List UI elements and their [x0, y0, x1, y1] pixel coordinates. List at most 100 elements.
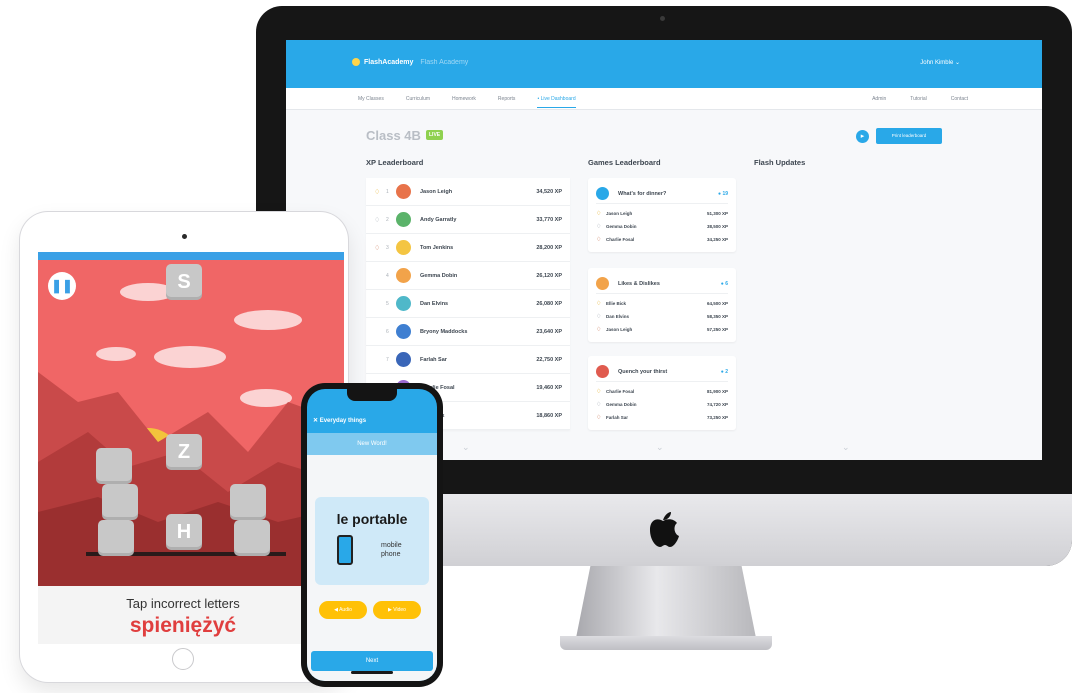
xp-score: 33,770 XP [536, 216, 562, 223]
imac-stand [576, 566, 756, 638]
xp-score: 22,750 XP [536, 356, 562, 363]
rank: 2 [386, 216, 389, 223]
imac-foot [560, 636, 772, 650]
tablet-frame: ❚❚ S Z H Tap incorrect letters spienięży… [20, 212, 348, 682]
xp-score: 28,200 XP [536, 244, 562, 251]
xp-score: 34,520 XP [536, 188, 562, 195]
user-menu[interactable]: John Kimble ⌄ [920, 59, 960, 66]
xp-score: 57,250 XP [706, 327, 728, 332]
print-leaderboard-button[interactable]: Print leaderboard [876, 128, 942, 144]
rank: 1 [386, 188, 389, 195]
app-topbar: FlashAcademy Flash Academy John Kimble ⌄ [286, 40, 1042, 88]
speaker-icon[interactable]: ▸ [856, 130, 869, 143]
rank: 3 [386, 244, 389, 251]
student-name: Gemma Dobin [606, 402, 637, 407]
medal-icon: ♢ [596, 327, 602, 333]
student-name: Farlah Sar [420, 356, 447, 363]
xp-score: 58,350 XP [706, 314, 728, 319]
stone-block [230, 484, 266, 520]
game-scene: ❚❚ S Z H [38, 252, 344, 586]
mobile-phone-icon [337, 535, 353, 565]
avatar [396, 240, 411, 255]
xp-score: 51,300 XP [706, 211, 728, 216]
nav-curriculum[interactable]: Curriculum [406, 96, 430, 108]
medal-icon: ♢ [596, 314, 602, 320]
student-name: Jason Leigh [606, 327, 633, 332]
letter-block-s[interactable]: S [166, 264, 202, 300]
xp-score: 26,080 XP [536, 300, 562, 307]
dinner-icon [596, 187, 609, 200]
logo-text: FlashAcademy [364, 58, 414, 66]
avatar [396, 324, 411, 339]
audio-button[interactable]: ◀ Audio [319, 601, 367, 619]
xp-score: 81,900 XP [706, 389, 728, 394]
medal-icon: ♢ [596, 211, 602, 217]
student-name: Jason Leigh [606, 211, 633, 216]
xp-score: 26,120 XP [536, 272, 562, 279]
rank: 5 [386, 300, 389, 307]
medal-icon: ♢ [596, 237, 602, 243]
class-title: Class 4B [366, 128, 421, 143]
game-title: Quench your thirst [618, 368, 668, 375]
xp-row: ♢ 3 Tom Jenkins 28,200 XP [366, 234, 570, 262]
game-card: Quench your thirst ● 2 ♢ Charlie Fosal 81,9… [588, 356, 736, 430]
student-name: Bryony Maddocks [420, 328, 468, 335]
medal-icon: ♢ [596, 224, 602, 230]
letter-block-h[interactable]: H [166, 514, 202, 550]
player-count-value: 19 [722, 190, 728, 197]
camera-dot [660, 16, 665, 21]
rank: 6 [386, 328, 389, 335]
student-name: Andy Garratly [420, 216, 457, 223]
nav-admin[interactable]: Admin [872, 96, 886, 102]
notch [347, 389, 397, 401]
avatar [396, 268, 411, 283]
game-prompt: Tap incorrect letters [126, 596, 240, 611]
game-card: What's for dinner? ● 19 ♢ Jason Leigh 51,30… [588, 178, 736, 252]
flashcard: le portable mobile phone [315, 497, 429, 585]
phone-screen: ✕ Everyday things New Word! le portable … [307, 389, 437, 681]
drink-icon [596, 365, 609, 378]
likes-icon [596, 277, 609, 290]
home-button[interactable] [172, 648, 194, 670]
medal-icon: ♢ [596, 301, 602, 307]
games-leaderboard-heading: Games Leaderboard [588, 158, 661, 167]
app-logo[interactable]: FlashAcademy Flash Academy [352, 58, 468, 66]
xp-row: ♢ 1 Jason Leigh 34,520 XP [366, 178, 570, 206]
student-name: Dan Elvins [606, 314, 630, 319]
game-title: What's for dinner? [618, 190, 667, 197]
flashcard-translation: mobile phone [381, 541, 402, 559]
rank: 7 [386, 356, 389, 363]
nav-my-classes[interactable]: My Classes [358, 96, 384, 108]
nav-contact[interactable]: Contact [951, 96, 968, 102]
avatar [396, 296, 411, 311]
nav-tutorial[interactable]: Tutorial [910, 96, 927, 102]
chevron-down-icon[interactable]: ⌄ [462, 442, 470, 453]
flashcard-word: le portable [336, 511, 408, 527]
medal-icon: ♢ [596, 389, 602, 395]
player-count: ● 6 [720, 280, 728, 287]
lesson-body: New Word! le portable mobile phone ◀ Aud… [307, 433, 437, 681]
student-name: Gemma Dobin [420, 272, 458, 279]
letter-block-z[interactable]: Z [166, 434, 202, 470]
main-nav: My Classes Curriculum Homework Reports •… [286, 88, 1042, 110]
home-indicator [351, 671, 393, 674]
xp-score: 34,250 XP [706, 237, 728, 242]
avatar [396, 212, 411, 227]
chevron-down-icon[interactable]: ⌄ [656, 442, 664, 453]
xp-score: 73,250 XP [706, 415, 728, 420]
game-card: Likes & Dislikes ● 6 ♢ Ellie Bick 64,500 XP… [588, 268, 736, 342]
next-button[interactable]: Next [311, 651, 433, 671]
nav-reports[interactable]: Reports [498, 96, 516, 108]
xp-row: 6 Bryony Maddocks 23,640 XP [366, 318, 570, 346]
video-button[interactable]: ▶ Video [373, 601, 421, 619]
pause-button[interactable]: ❚❚ [48, 272, 76, 300]
lesson-header[interactable]: ✕ Everyday things [313, 417, 366, 424]
student-name: Ellie Bick [606, 301, 627, 306]
xp-row: 7 Farlah Sar 22,750 XP [366, 346, 570, 374]
chevron-down-icon[interactable]: ⌄ [842, 442, 850, 453]
nav-homework[interactable]: Homework [452, 96, 476, 108]
game-title: Likes & Dislikes [618, 280, 660, 287]
nav-live-dashboard[interactable]: • Live Dashboard [537, 96, 576, 108]
student-name: Gemma Dobin [606, 224, 637, 229]
avatar [396, 184, 411, 199]
